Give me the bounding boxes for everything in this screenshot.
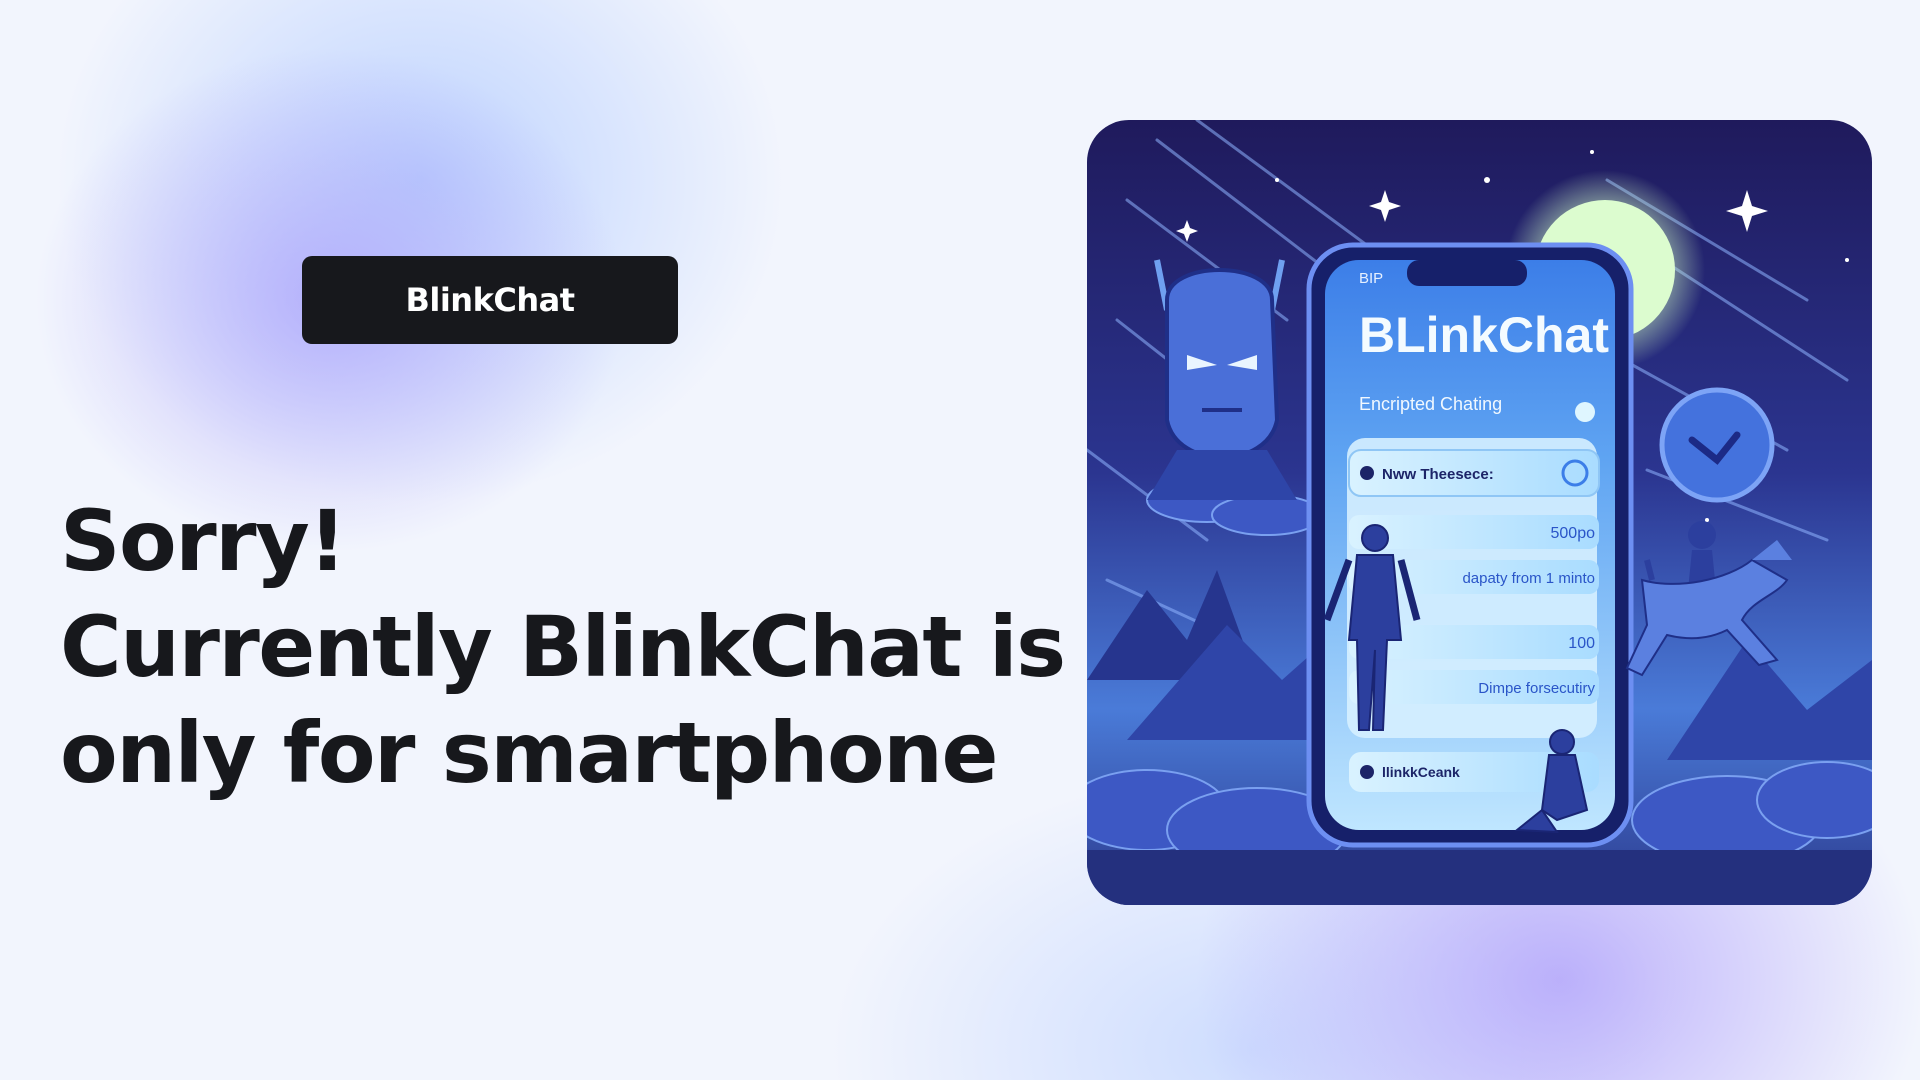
headline-line-3: only for smartphone xyxy=(60,704,998,802)
notice-text: Dimpe forsecutiry xyxy=(1478,680,1595,697)
headline-line-2: Currently BlinkChat is xyxy=(60,598,1066,696)
headline-line-1: Sorry! xyxy=(60,492,347,590)
count-value-text: 100 xyxy=(1568,635,1595,652)
delivery-text: dapaty from 1 minto xyxy=(1462,570,1595,587)
footer-text: llinkkCeank xyxy=(1382,764,1460,780)
unsupported-device-message: Sorry! Currently BlinkChat is only for s… xyxy=(60,488,1070,806)
brand-button[interactable]: BlinkChat xyxy=(302,256,678,344)
check-icon xyxy=(1575,402,1595,422)
message-label-text: Nww Theesece: xyxy=(1382,466,1494,483)
app-title-text: BLinkChat xyxy=(1359,307,1609,363)
robot-head-icon xyxy=(1147,259,1297,500)
app-subtitle-text: Encripted Chating xyxy=(1359,394,1502,414)
chat-bubble-icon xyxy=(1659,387,1775,503)
phone-status-text: BIP xyxy=(1359,270,1383,287)
smartphone-illustration: BIP BLinkChat Encripted Chating Nww Thee… xyxy=(1087,120,1872,905)
stat-value-text: 500po xyxy=(1551,525,1596,542)
